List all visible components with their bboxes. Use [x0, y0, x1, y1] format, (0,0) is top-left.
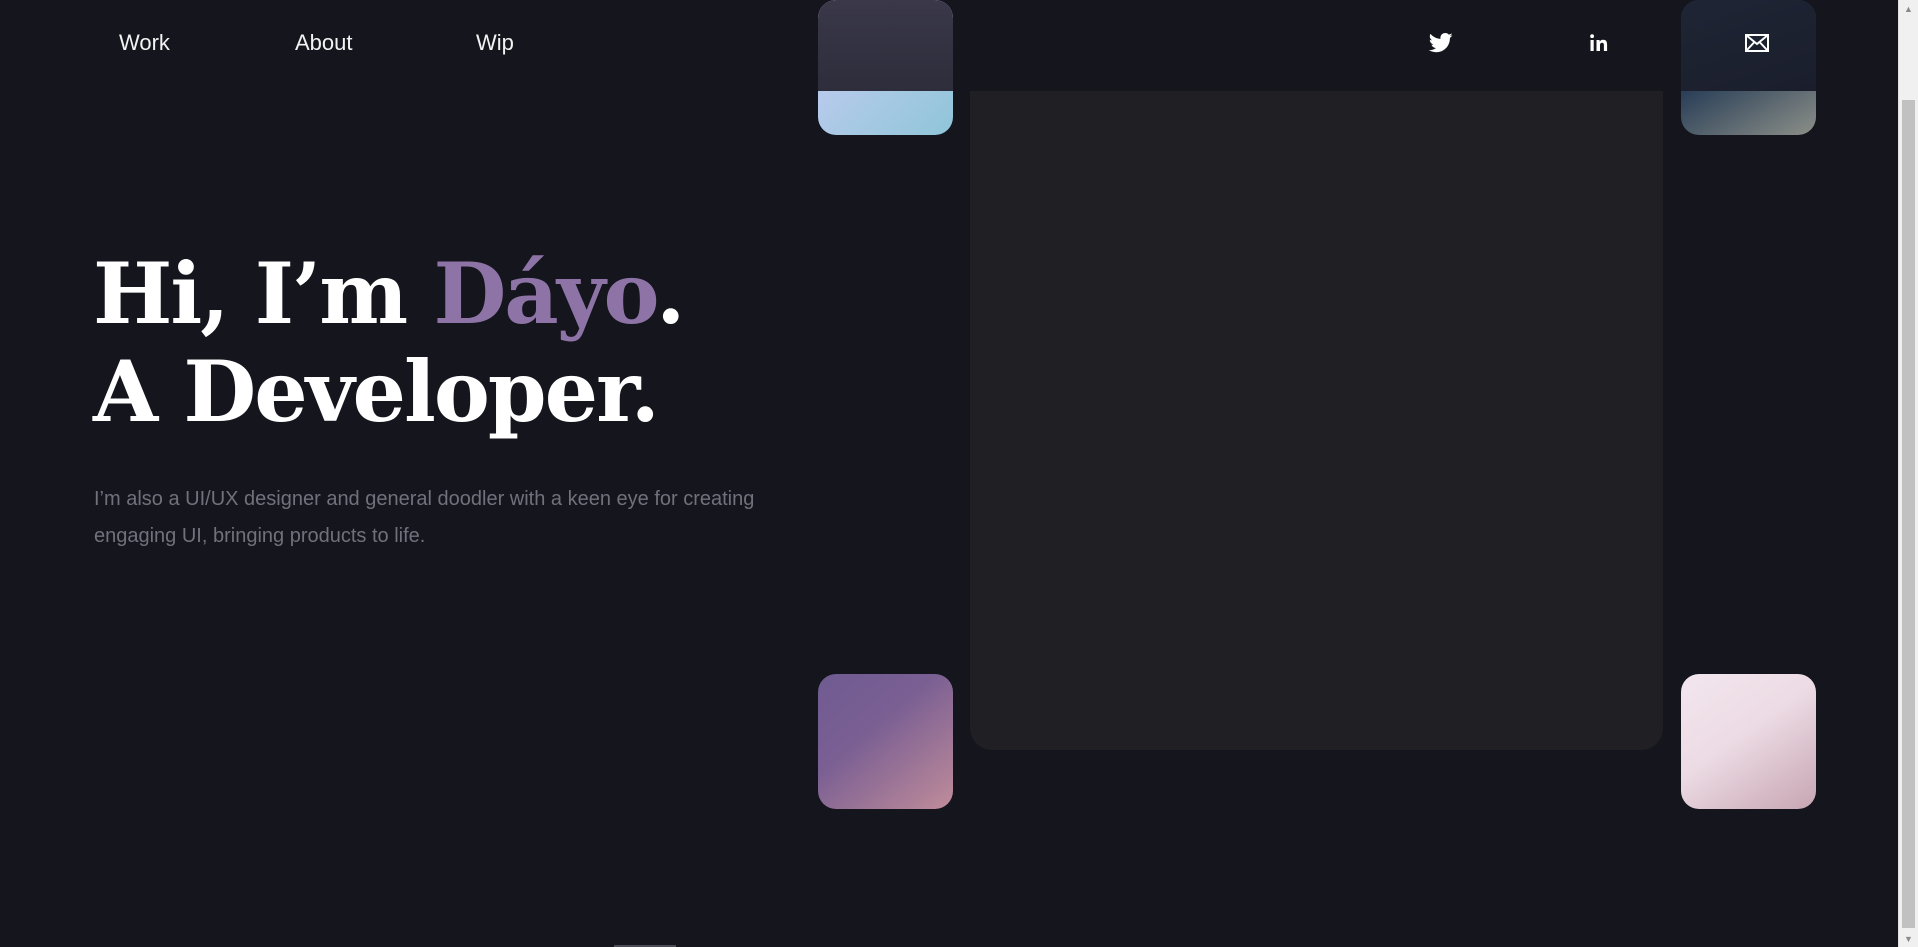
gradient-tile-bottom-left [818, 674, 953, 809]
hero-description: I’m also a UI/UX designer and general do… [94, 488, 755, 547]
nav-link-wip[interactable]: Wip [476, 30, 514, 56]
hero-name: Dáyo [433, 244, 658, 343]
hero-heading: Hi, I’m Dáyo. A Developer. [93, 244, 685, 441]
mail-link[interactable] [1742, 28, 1772, 58]
gradient-tile-top-right [1681, 0, 1816, 135]
twitter-link[interactable] [1426, 28, 1456, 58]
linkedin-icon [1590, 34, 1608, 51]
scroll-down-arrow-icon[interactable]: ▼ [1899, 930, 1918, 947]
hero-greeting: Hi, I’m [93, 244, 434, 343]
page-scrollbar[interactable]: ▲ ▼ [1898, 0, 1918, 947]
scroll-up-arrow-icon[interactable]: ▲ [1899, 0, 1918, 17]
mail-icon [1745, 34, 1769, 52]
nav-link-work[interactable]: Work [119, 30, 170, 56]
gradient-tile-top-left [818, 0, 953, 135]
scroll-thumb[interactable] [1902, 100, 1915, 928]
linkedin-link[interactable] [1584, 28, 1614, 58]
hero-image-panel [970, 60, 1663, 750]
hero-period: . [656, 244, 685, 343]
nav-link-about[interactable]: About [295, 30, 353, 56]
gradient-tile-bottom-right [1681, 674, 1816, 809]
hero-role: A Developer. [93, 342, 660, 441]
portfolio-page: Work About Wip Hi, I’m Dáyo. A Developer.… [0, 0, 1898, 947]
twitter-icon [1429, 33, 1453, 53]
